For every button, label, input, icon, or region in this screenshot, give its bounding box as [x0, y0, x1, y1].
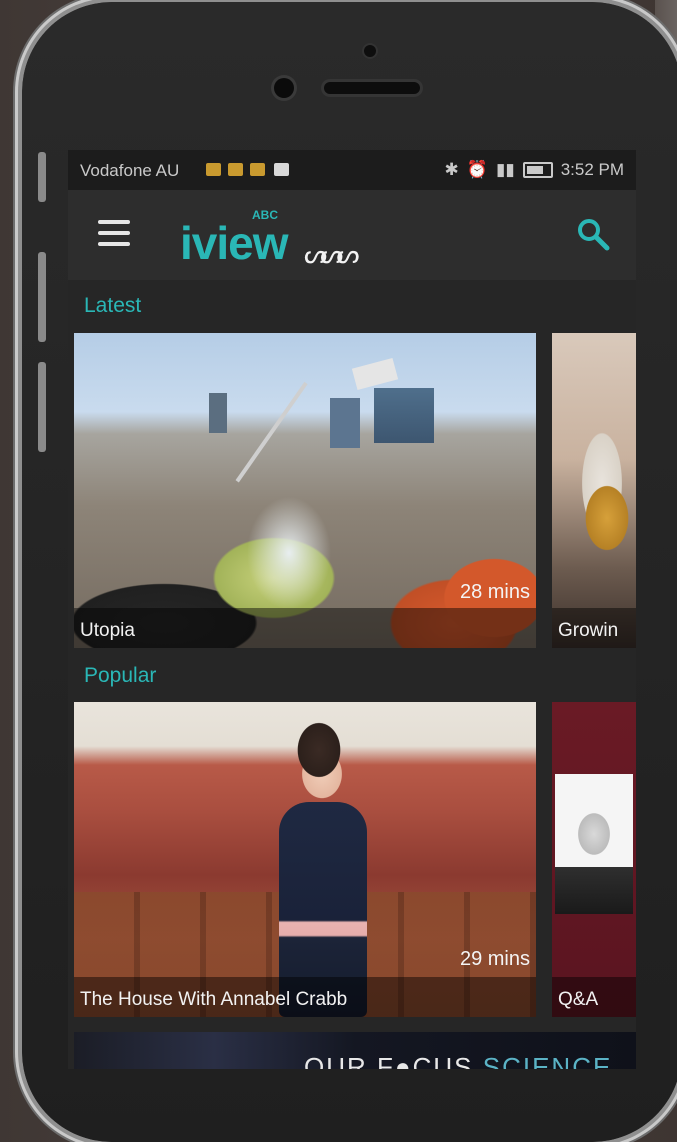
show-card-qanda[interactable]: Q&A — [552, 702, 636, 1017]
app-screen: Vodafone AU ✱ ⏰ ▮▮ 3:52 PM ABC iview ᔕᔕᔕ… — [68, 150, 636, 1069]
show-card-utopia[interactable]: 28 mins Utopia — [74, 333, 536, 648]
sensor — [364, 45, 376, 57]
banner-prefix: OUR F — [304, 1052, 395, 1069]
abc-lissajous-icon: ᔕᔕᔕ — [304, 239, 359, 269]
notification-icon — [250, 163, 265, 176]
banner-o-icon: ● — [394, 1052, 413, 1069]
show-title: The House With Annabel Crabb — [80, 989, 348, 1010]
clock: 3:52 PM — [560, 160, 624, 179]
alarm-icon: ⏰ — [466, 160, 488, 179]
app-bar: ABC iview ᔕᔕᔕ — [68, 190, 636, 280]
show-card-growing[interactable]: Growin — [552, 333, 636, 648]
notification-icon — [228, 163, 243, 176]
our-focus-science-banner[interactable]: OUR F●CUS SCIENCE — [74, 1032, 636, 1069]
volume-down-button — [38, 362, 46, 452]
section-title-popular: Popular — [84, 664, 157, 687]
show-title: Q&A — [558, 989, 599, 1010]
carrier-label: Vodafone AU — [80, 161, 180, 180]
battery-icon — [522, 162, 553, 178]
status-icons: ✱ ⏰ ▮▮ 3:52 PM — [445, 160, 624, 180]
selfie-phone-image — [351, 357, 399, 391]
logo-iview-text: iview — [180, 217, 289, 269]
side-button — [38, 152, 46, 202]
banner-text: OUR F●CUS SCIENCE — [304, 1052, 612, 1069]
gmail-icon — [274, 163, 289, 176]
building-image — [374, 388, 434, 443]
building-image — [330, 398, 360, 448]
caption-bar — [74, 608, 536, 648]
volume-up-button — [38, 252, 46, 342]
signal-icon: ▮▮ — [495, 160, 515, 179]
search-icon[interactable] — [576, 217, 610, 251]
portrait-suit — [555, 867, 633, 914]
section-title-latest: Latest — [84, 294, 142, 317]
building-image — [209, 393, 227, 433]
duration-label: 28 mins — [459, 581, 530, 603]
show-card-the-house[interactable]: 29 mins The House With Annabel Crabb — [74, 702, 536, 1017]
earpiece-speaker — [324, 82, 420, 94]
banner-science: SCIENCE — [482, 1052, 613, 1069]
duration-label: 29 mins — [459, 948, 530, 970]
status-bar: Vodafone AU ✱ ⏰ ▮▮ 3:52 PM — [68, 150, 636, 190]
front-camera — [274, 78, 294, 98]
banner-middle: CUS — [412, 1052, 474, 1069]
notification-icon — [206, 163, 221, 176]
show-title: Growin — [558, 620, 619, 641]
hamburger-menu-icon[interactable] — [98, 220, 130, 246]
bluetooth-icon: ✱ — [444, 160, 459, 179]
selfie-stick-image — [235, 381, 308, 483]
show-title: Utopia — [80, 620, 135, 641]
